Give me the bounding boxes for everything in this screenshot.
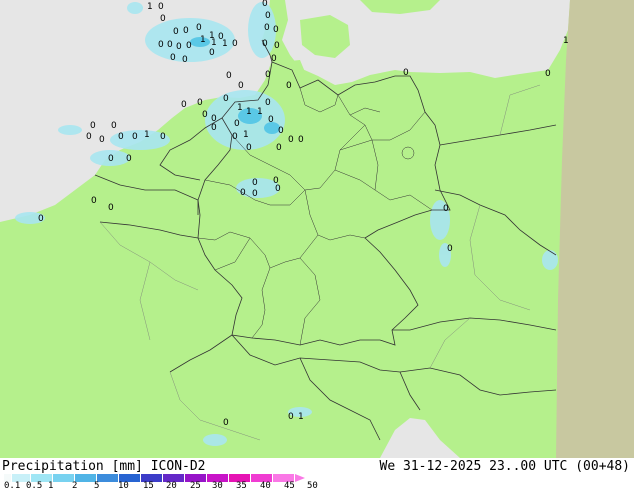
- precip-value-label: 0: [126, 154, 132, 164]
- precip-value-label: 0: [278, 126, 284, 136]
- precip-value-label: 0: [160, 132, 166, 142]
- precip-value-label: 0: [288, 135, 294, 145]
- precip-value-label: 1: [211, 38, 217, 48]
- precip-value-label: 0: [447, 244, 453, 254]
- precip-value-label: 0: [91, 196, 97, 206]
- precip-value-label: 0: [264, 23, 270, 33]
- precip-value-label: 0: [173, 27, 179, 37]
- precip-value-label: 0: [443, 204, 449, 214]
- precip-value-label: 0: [234, 119, 240, 129]
- precip-value-label: 1: [200, 35, 206, 45]
- precip-value-label: 0: [223, 94, 229, 104]
- precip-value-label: 0: [273, 25, 279, 35]
- precip-value-label: 1: [246, 107, 252, 117]
- precip-value-label: 0: [276, 143, 282, 153]
- precip-value-label: 0: [181, 100, 187, 110]
- precip-value-label: 1: [144, 130, 150, 140]
- precip-value-label: 0: [86, 132, 92, 142]
- precip-value-label: 0: [223, 418, 229, 428]
- precip-value-label: 0: [288, 412, 294, 422]
- precip-value-label: 0: [246, 143, 252, 153]
- precip-value-label: 0: [265, 11, 271, 21]
- precip-value-label: 0: [252, 178, 258, 188]
- precip-value-label: 0: [252, 189, 258, 199]
- precip-value-label: 0: [271, 54, 277, 64]
- precip-value-label: 0: [38, 214, 44, 224]
- precip-value-label: 0: [268, 115, 274, 125]
- precip-value-label: 0: [211, 123, 217, 133]
- precip-value-label: 1: [237, 103, 243, 113]
- precip-value-label: 0: [265, 70, 271, 80]
- precip-value-label: 1: [257, 107, 263, 117]
- precip-value-label: 0: [186, 41, 192, 51]
- precip-value-label: 0: [197, 98, 203, 108]
- map-title: Precipitation [mm] ICON-D2: [2, 459, 206, 474]
- precip-value-label: 0: [240, 188, 246, 198]
- precip-value-label: 1: [147, 2, 153, 12]
- map: 1000001000001110000000000000000000011100…: [0, 0, 634, 458]
- precip-value-label: 0: [238, 81, 244, 91]
- precip-value-label: 0: [275, 184, 281, 194]
- precip-value-label: 0: [158, 2, 164, 12]
- precip-value-label: 0: [545, 69, 551, 79]
- precip-value-label: 0: [202, 110, 208, 120]
- valid-time: We 31-12-2025 23..00 UTC (00+48): [379, 459, 630, 474]
- precip-value-label: 0: [108, 203, 114, 213]
- unit-label: [mm]: [111, 459, 143, 474]
- precip-value-label: 0: [262, 39, 268, 49]
- precip-value-label: 0: [176, 42, 182, 52]
- precip-value-label: 1: [298, 412, 304, 422]
- precip-value-label: 0: [286, 81, 292, 91]
- precip-value-label: 0: [232, 132, 238, 142]
- outside-domain: [556, 0, 634, 458]
- precip-value-label: 0: [262, 0, 268, 9]
- precip-value-label: 0: [298, 135, 304, 145]
- precip-value-label: 0: [209, 48, 215, 58]
- precip-value-label: 0: [108, 154, 114, 164]
- precip-value-label: 0: [265, 98, 271, 108]
- footer: Precipitation [mm] ICON-D2 We 31-12-2025…: [0, 458, 634, 491]
- precip-value-label: 0: [226, 71, 232, 81]
- precip-value-label: 0: [90, 121, 96, 131]
- map-svg: 1 000 0 01 00 0 0 01 1 10 00000000000 00 000 00 01 1 100…: [0, 0, 634, 458]
- precip-value-label: 1: [243, 130, 249, 140]
- model-name: ICON-D2: [150, 459, 206, 474]
- precip-value-label: 0: [118, 132, 124, 142]
- precip-value-label: 0: [274, 41, 280, 51]
- precip-value-label: 1: [222, 39, 228, 49]
- precip-value-label: 0: [99, 135, 105, 145]
- precip-value-label: 0: [182, 55, 188, 65]
- precip-value-label: 1: [563, 36, 569, 46]
- precip-value-label: 0: [167, 40, 173, 50]
- precip-value-label: 0: [232, 39, 238, 49]
- precip-value-label: 0: [183, 26, 189, 36]
- precip-value-label: 0: [160, 14, 166, 24]
- precip-value-label: 0: [403, 68, 409, 78]
- precip-value-label: 0: [158, 40, 164, 50]
- precip-value-label: 0: [111, 121, 117, 131]
- variable-name: Precipitation: [2, 459, 104, 474]
- precip-value-label: 0: [196, 23, 202, 33]
- precip-value-label: 0: [132, 132, 138, 142]
- precip-value-label: 0: [170, 53, 176, 63]
